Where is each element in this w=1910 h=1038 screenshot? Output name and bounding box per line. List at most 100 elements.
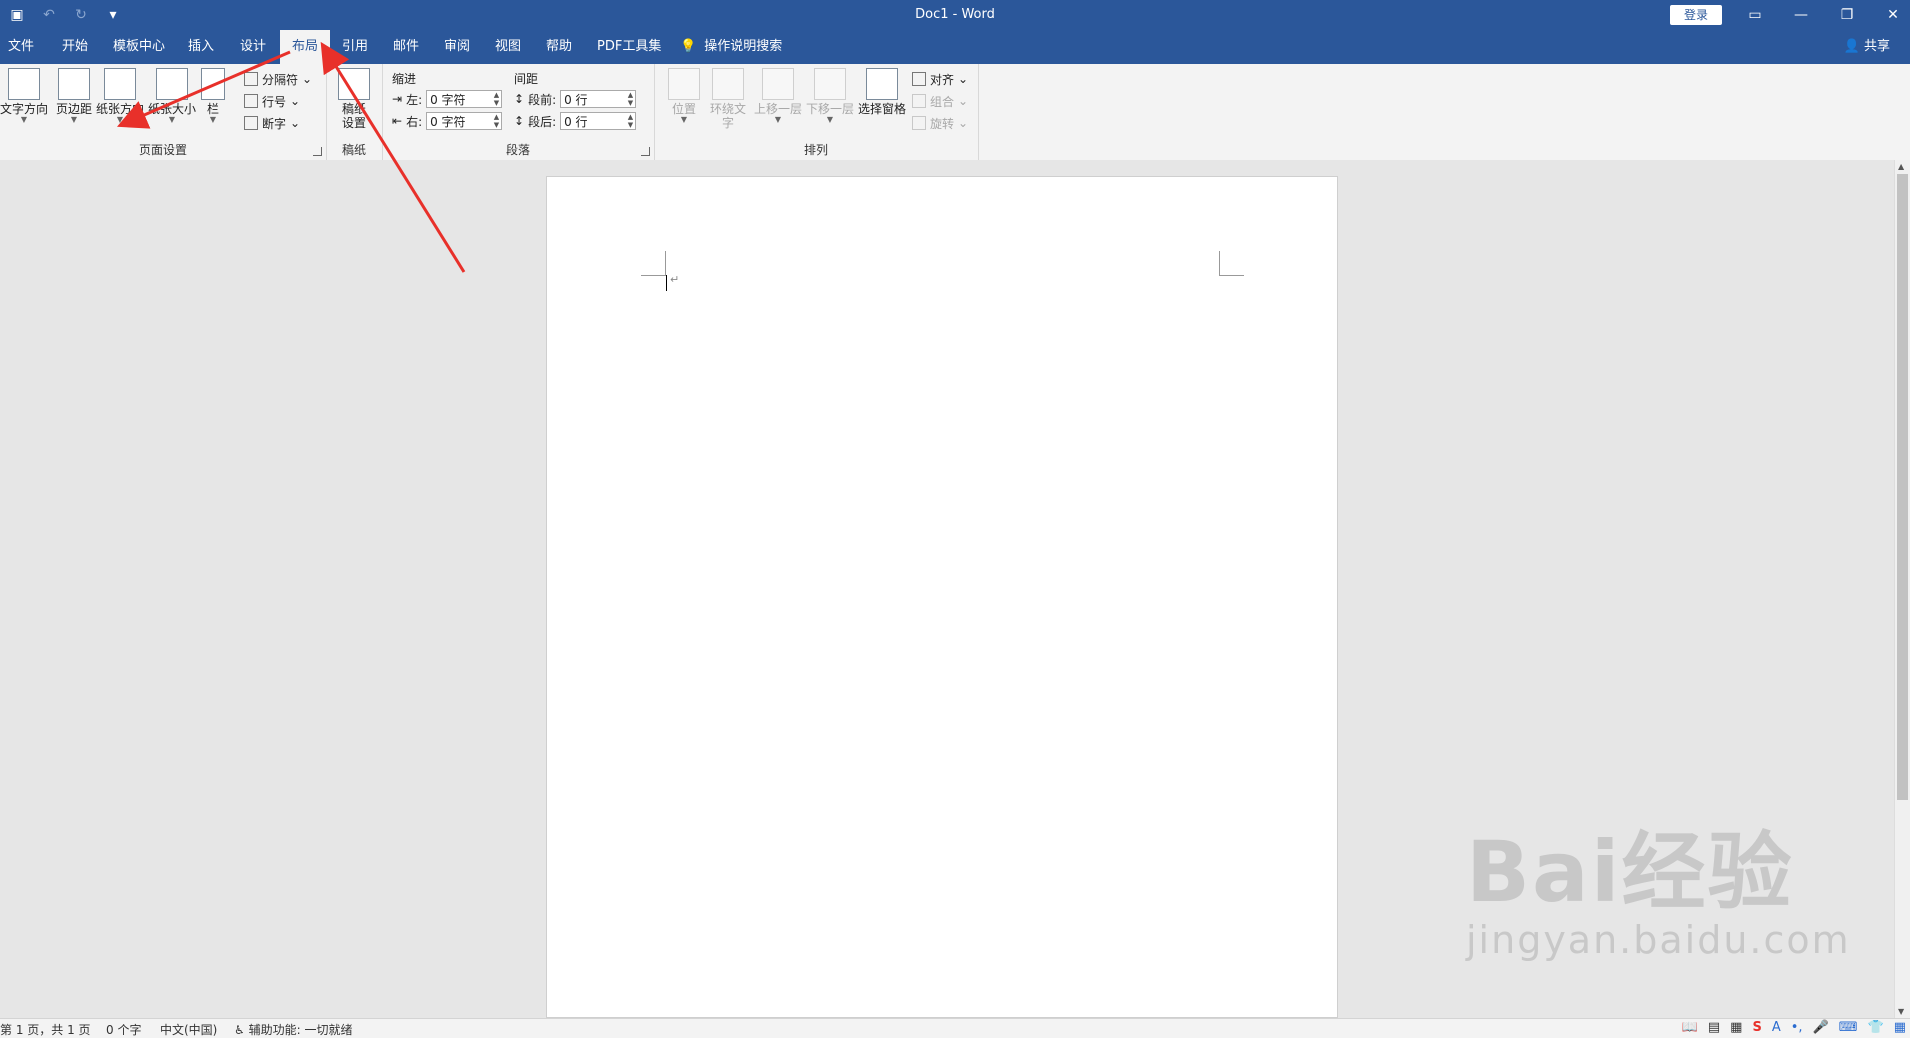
- margins-button[interactable]: 页边距 ▼: [50, 68, 98, 124]
- spinner-arrows-icon[interactable]: ▲ ▼: [628, 91, 633, 107]
- orientation-icon: [104, 68, 136, 100]
- tab-layout[interactable]: 布局: [280, 30, 331, 64]
- group-label: 组合: [930, 94, 955, 109]
- tab-insert[interactable]: 插入: [188, 30, 214, 64]
- indent-left-label: 左:: [406, 92, 423, 107]
- tell-me-search[interactable]: 💡 操作说明搜索: [680, 30, 782, 64]
- selection-pane-label: 选择窗格: [857, 102, 906, 116]
- orientation-label: 纸张方向: [96, 102, 145, 116]
- spinner-arrows-icon[interactable]: ▲ ▼: [628, 113, 633, 129]
- read-mode-icon[interactable]: 📖: [1682, 1020, 1698, 1035]
- tab-help[interactable]: 帮助: [546, 30, 572, 64]
- sogou-ime-icon[interactable]: S: [1752, 1020, 1761, 1035]
- chevron-down-icon: ▼: [20, 115, 28, 124]
- breaks-button[interactable]: 分隔符 ⌄: [244, 70, 312, 88]
- tab-view[interactable]: 视图: [495, 30, 521, 64]
- manuscript-icon: [338, 68, 370, 100]
- toolbox-icon[interactable]: ▦: [1894, 1020, 1906, 1035]
- keyboard-icon[interactable]: ⌨: [1839, 1020, 1858, 1035]
- scrollbar-thumb[interactable]: [1897, 174, 1908, 800]
- spacing-before-field: ↕ 段前: 0 行 ▲ ▼: [514, 90, 637, 108]
- restore-icon[interactable]: ❐: [1824, 0, 1870, 30]
- ribbon-tab-bar: 文件 开始 模板中心 插入 设计 布局 引用 邮件 审阅 视图 帮助 PDF工具…: [0, 30, 1910, 64]
- manuscript-setup-button[interactable]: 稿纸设置: [330, 68, 378, 130]
- line-numbers-button[interactable]: 行号 ⌄: [244, 92, 300, 110]
- tab-home[interactable]: 开始: [62, 30, 88, 64]
- ribbon: 文字方向 ▼ 页边距 ▼ 纸张方向 ▼ 纸张大小 ▼ 栏 ▼ 分隔符 ⌄ 行号 …: [0, 64, 1910, 225]
- spinner-arrows-icon[interactable]: ▲ ▼: [494, 113, 499, 129]
- indent-left-input[interactable]: 0 字符 ▲ ▼: [426, 90, 503, 108]
- spinner-arrows-icon[interactable]: ▲ ▼: [494, 91, 499, 107]
- position-button[interactable]: 位置 ▼: [660, 68, 708, 124]
- rotate-button[interactable]: 旋转 ⌄: [912, 114, 968, 132]
- punctuation-icon[interactable]: •,: [1791, 1020, 1803, 1035]
- accessibility-status[interactable]: ♿ 辅助功能: 一切就绪: [234, 1021, 352, 1038]
- tab-file[interactable]: 文件: [8, 30, 34, 64]
- spacing-before-input[interactable]: 0 行 ▲ ▼: [560, 90, 637, 108]
- align-label: 对齐: [930, 72, 955, 87]
- web-layout-icon[interactable]: ▦: [1730, 1020, 1742, 1035]
- manuscript-setup-label: 稿纸设置: [341, 102, 366, 130]
- columns-button[interactable]: 栏 ▼: [196, 68, 230, 124]
- spacing-before-value: 0 行: [564, 93, 588, 107]
- paragraph-dialog-launcher-icon[interactable]: [641, 147, 650, 156]
- scroll-down-icon[interactable]: ▼: [1898, 1007, 1904, 1016]
- line-numbers-icon: [244, 94, 258, 108]
- tell-me-label: 操作说明搜索: [704, 39, 783, 54]
- close-icon[interactable]: ✕: [1870, 0, 1910, 30]
- tab-pdf-tools[interactable]: PDF工具集: [597, 30, 661, 64]
- vertical-scrollbar[interactable]: ▲ ▼: [1894, 160, 1910, 1018]
- login-button[interactable]: 登录: [1670, 5, 1722, 25]
- orientation-button[interactable]: 纸张方向 ▼: [96, 68, 144, 124]
- breaks-label: 分隔符: [262, 72, 299, 87]
- align-icon: [912, 72, 926, 86]
- tab-review[interactable]: 审阅: [444, 30, 470, 64]
- language-indicator[interactable]: 中文(中国): [160, 1021, 217, 1038]
- wrap-text-button[interactable]: 环绕文字: [704, 68, 752, 130]
- manuscript-group: 稿纸设置 稿纸: [326, 64, 383, 160]
- lightbulb-icon: 💡: [680, 39, 697, 54]
- paragraph-group-label: 段落: [505, 143, 530, 157]
- size-label: 纸张大小: [148, 102, 197, 116]
- chevron-down-icon: ▼: [70, 115, 78, 124]
- minimize-icon[interactable]: —: [1778, 0, 1824, 30]
- selection-pane-button[interactable]: 选择窗格: [856, 68, 908, 116]
- text-direction-button[interactable]: 文字方向 ▼: [0, 68, 48, 124]
- word-count[interactable]: 0 个字: [106, 1021, 141, 1038]
- indent-right-input[interactable]: 0 字符 ▲ ▼: [426, 112, 503, 130]
- spacing-after-input[interactable]: 0 行 ▲ ▼: [560, 112, 637, 130]
- baidu-watermark: Bai经验 jingyan.baidu.com: [1466, 830, 1851, 962]
- paragraph-mark-icon: ↵: [670, 273, 680, 286]
- page-count[interactable]: 第 1 页，共 1 页: [0, 1021, 91, 1038]
- chevron-down-icon: ▼: [116, 115, 124, 124]
- tab-template-center[interactable]: 模板中心: [113, 30, 165, 64]
- columns-icon: [201, 68, 225, 100]
- scroll-up-icon[interactable]: ▲: [1898, 162, 1904, 171]
- skin-icon[interactable]: 👕: [1868, 1020, 1884, 1035]
- bring-forward-button[interactable]: 上移一层 ▼: [752, 68, 804, 124]
- position-label: 位置: [671, 102, 696, 116]
- tab-references[interactable]: 引用: [342, 30, 368, 64]
- group-button[interactable]: 组合 ⌄: [912, 92, 968, 110]
- ime-mode-icon[interactable]: A: [1772, 1020, 1781, 1035]
- hyphenation-icon: [244, 116, 258, 130]
- text-direction-label: 文字方向: [0, 102, 49, 116]
- indent-left-icon: ⇥: [392, 92, 403, 106]
- indent-right-value: 0 字符: [430, 115, 466, 129]
- send-backward-button[interactable]: 下移一层 ▼: [804, 68, 856, 124]
- text-cursor: [666, 275, 667, 291]
- page-setup-dialog-launcher-icon[interactable]: [313, 147, 322, 156]
- position-icon: [668, 68, 700, 100]
- hyphenation-button[interactable]: 断字 ⌄: [244, 114, 300, 132]
- bring-forward-label: 上移一层: [753, 102, 802, 116]
- microphone-icon[interactable]: 🎤: [1813, 1020, 1829, 1035]
- print-layout-icon[interactable]: ▤: [1708, 1020, 1720, 1035]
- tab-mailings[interactable]: 邮件: [393, 30, 419, 64]
- ribbon-display-options-icon[interactable]: ▭: [1732, 0, 1778, 30]
- document-page[interactable]: ↵: [546, 176, 1338, 1018]
- size-button[interactable]: 纸张大小 ▼: [148, 68, 196, 124]
- tab-design[interactable]: 设计: [240, 30, 266, 64]
- share-button[interactable]: 👤 共享: [1844, 30, 1890, 64]
- indent-title: 缩进: [392, 72, 417, 86]
- align-button[interactable]: 对齐 ⌄: [912, 70, 968, 88]
